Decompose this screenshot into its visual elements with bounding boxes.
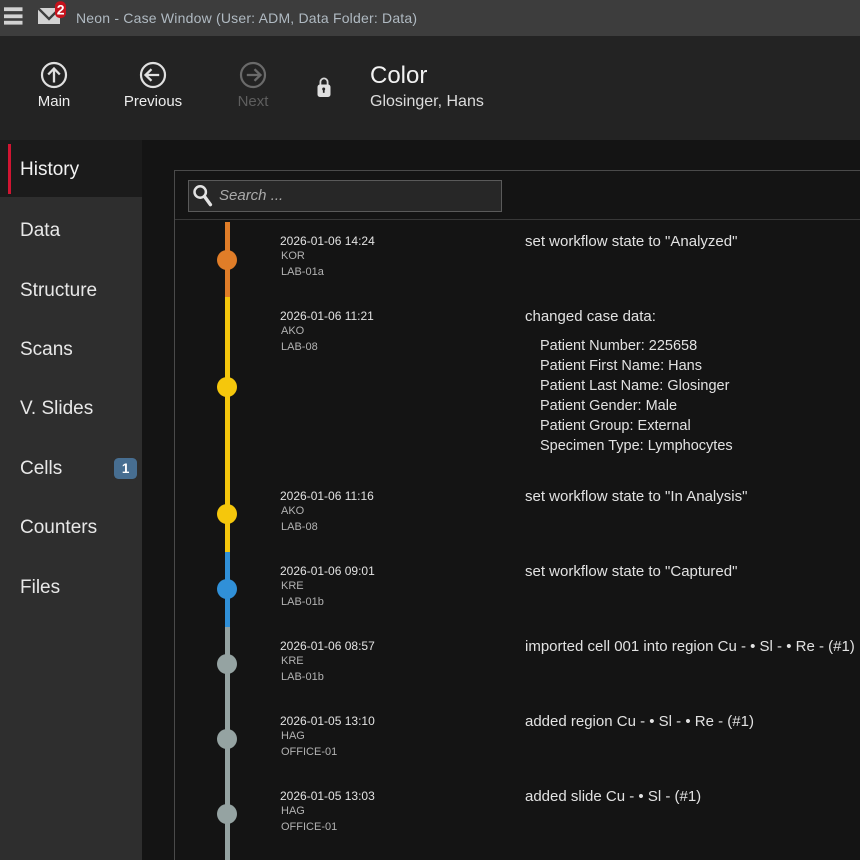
svg-text:2: 2 bbox=[57, 2, 65, 18]
